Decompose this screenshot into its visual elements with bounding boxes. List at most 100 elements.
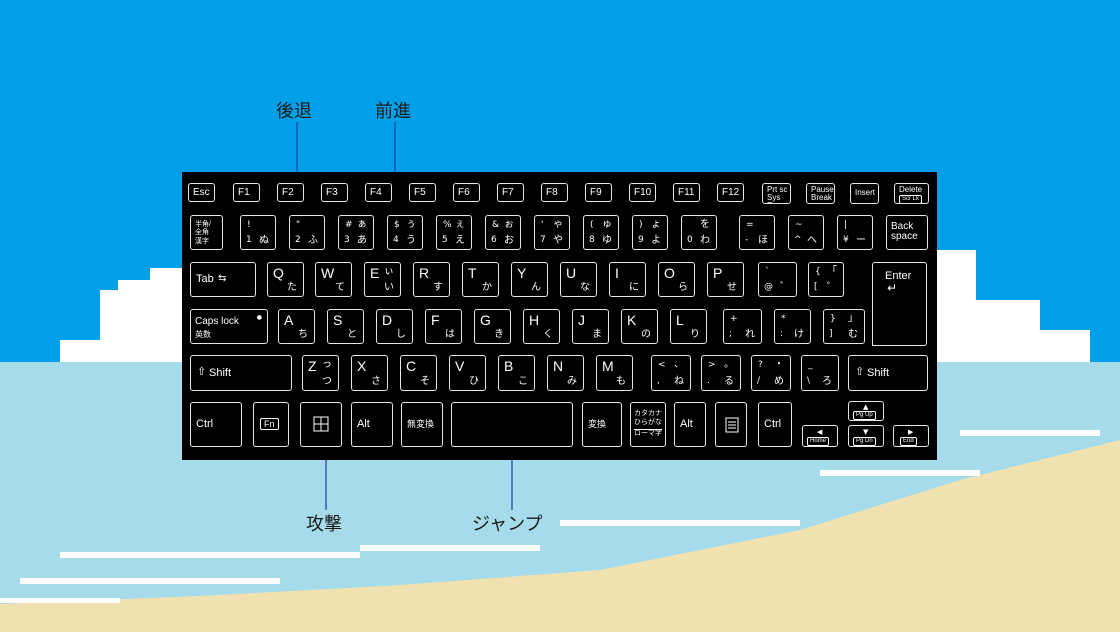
key-9[interactable]: ) ょ 9 よ bbox=[632, 215, 668, 250]
key-yen[interactable]: | ¥ ー bbox=[837, 215, 873, 250]
key-kana: こ bbox=[518, 376, 528, 387]
key-label: ^ bbox=[794, 235, 802, 245]
key-m[interactable]: Mも bbox=[596, 355, 633, 391]
key-f[interactable]: Fは bbox=[425, 309, 462, 344]
key-d[interactable]: Dし bbox=[376, 309, 413, 344]
key-b[interactable]: Bこ bbox=[498, 355, 535, 391]
key-k[interactable]: Kの bbox=[621, 309, 658, 344]
key-label: 4 bbox=[393, 235, 399, 245]
key-f5[interactable]: F5 bbox=[409, 183, 436, 202]
key-f4[interactable]: F4 bbox=[365, 183, 392, 202]
key-3[interactable]: # ぁ 3 あ bbox=[338, 215, 374, 250]
key-6[interactable]: & ぉ 6 お bbox=[485, 215, 521, 250]
key-shift-right[interactable]: ⇧ Shift bbox=[848, 355, 928, 391]
key-delete[interactable]: Delete Scr Lk bbox=[894, 183, 929, 204]
key-z[interactable]: Zっつ bbox=[302, 355, 339, 391]
key-f12[interactable]: F12 bbox=[717, 183, 744, 202]
key-kana-small: 「 bbox=[827, 266, 837, 277]
key-arrow-up[interactable]: ▲ Pg Up bbox=[848, 401, 884, 421]
key-pause[interactable]: Pause Break bbox=[806, 183, 835, 204]
key-f9[interactable]: F9 bbox=[585, 183, 612, 202]
key-j[interactable]: Jま bbox=[572, 309, 609, 344]
key-label: 変換 bbox=[588, 418, 607, 429]
key-t[interactable]: Tか bbox=[462, 262, 499, 297]
key-fn[interactable]: Fn bbox=[253, 402, 289, 447]
key-4[interactable]: $ ぅ 4 う bbox=[387, 215, 423, 250]
key-u[interactable]: Uな bbox=[560, 262, 597, 297]
key-shift-char: * bbox=[781, 314, 786, 324]
key-1[interactable]: ! 1 ぬ bbox=[240, 215, 276, 250]
key-7[interactable]: ' ゃ 7 や bbox=[534, 215, 570, 250]
key-e[interactable]: Eぃい bbox=[364, 262, 401, 297]
key-8[interactable]: (ゅ 8 ゆ bbox=[583, 215, 619, 250]
key-label: ひらがな bbox=[634, 419, 662, 426]
key-l[interactable]: Lり bbox=[670, 309, 707, 344]
key-kana-small: 。 bbox=[724, 359, 734, 370]
key-at[interactable]: ` @ ゛ bbox=[758, 262, 797, 297]
key-h[interactable]: Hく bbox=[523, 309, 560, 344]
key-arrow-down[interactable]: ▼ Pg Dn bbox=[848, 425, 884, 447]
key-insert[interactable]: Insert bbox=[850, 183, 879, 204]
key-kana: き bbox=[494, 329, 504, 340]
key-f2[interactable]: F2 bbox=[277, 183, 304, 202]
key-s[interactable]: Sと bbox=[327, 309, 364, 344]
key-prtsc[interactable]: Prt sc Sys Rq bbox=[762, 183, 791, 204]
key-colon[interactable]: *: け bbox=[774, 309, 811, 344]
key-tab[interactable]: Tab ⇆ bbox=[190, 262, 256, 297]
key-n[interactable]: Nみ bbox=[547, 355, 584, 391]
key-semicolon[interactable]: +; れ bbox=[723, 309, 762, 344]
key-kana[interactable]: カタカナ ひらがな ローマ字 bbox=[630, 402, 666, 447]
key-i[interactable]: Iに bbox=[609, 262, 646, 297]
key-0[interactable]: を0わ bbox=[681, 215, 717, 250]
key-backspace[interactable]: Back space bbox=[886, 215, 928, 250]
key-slash[interactable]: ? ・ / め bbox=[751, 355, 791, 391]
key-f10[interactable]: F10 bbox=[629, 183, 656, 202]
key-space[interactable] bbox=[451, 402, 573, 447]
key-period[interactable]: > 。. る bbox=[701, 355, 741, 391]
key-5[interactable]: % ぇ 5 え bbox=[436, 215, 472, 250]
key-f3[interactable]: F3 bbox=[321, 183, 348, 202]
key-g[interactable]: Gき bbox=[474, 309, 511, 344]
key-bracket-open[interactable]: {「 [゜ bbox=[808, 262, 844, 297]
key-bracket-close[interactable]: } 」] む bbox=[823, 309, 865, 344]
key-r[interactable]: Rす bbox=[413, 262, 450, 297]
key-c[interactable]: Cそ bbox=[400, 355, 437, 391]
key-2[interactable]: " 2 ふ bbox=[289, 215, 325, 250]
key-windows[interactable] bbox=[300, 402, 342, 447]
key-ctrl-left[interactable]: Ctrl bbox=[190, 402, 242, 447]
key-x[interactable]: Xさ bbox=[351, 355, 388, 391]
key-shift-left[interactable]: ⇧ Shift bbox=[190, 355, 292, 391]
key-f8[interactable]: F8 bbox=[541, 183, 568, 202]
key-kana: つ bbox=[322, 376, 332, 387]
key-menu[interactable] bbox=[715, 402, 747, 447]
key-ctrl-right[interactable]: Ctrl bbox=[758, 402, 792, 447]
key-shift-char: > bbox=[708, 360, 716, 370]
key-f1[interactable]: F1 bbox=[233, 183, 260, 202]
key-f6[interactable]: F6 bbox=[453, 183, 480, 202]
key-label: Enter bbox=[885, 270, 912, 282]
key-o[interactable]: Oら bbox=[658, 262, 695, 297]
key-a[interactable]: Aち bbox=[278, 309, 315, 344]
key-alt-right[interactable]: Alt bbox=[674, 402, 706, 447]
key-kana-small: ぁ bbox=[357, 219, 367, 230]
key-f7[interactable]: F7 bbox=[497, 183, 524, 202]
key-backslash[interactable]: _ \ ろ bbox=[801, 355, 839, 391]
key-caret[interactable]: ~ ^ へ bbox=[788, 215, 824, 250]
key-minus[interactable]: = - ほ bbox=[739, 215, 775, 250]
key-hankaku[interactable]: 半角/ 全角 漢字 bbox=[190, 215, 223, 250]
key-enter[interactable]: Enter ↵ bbox=[872, 262, 927, 346]
key-caps-lock[interactable]: Caps lock 英数 ● bbox=[190, 309, 268, 344]
key-v[interactable]: Vひ bbox=[449, 355, 486, 391]
key-arrow-right[interactable]: ▶ End bbox=[893, 425, 929, 447]
key-alt-left[interactable]: Alt bbox=[351, 402, 393, 447]
key-q[interactable]: Qた bbox=[267, 262, 304, 297]
key-y[interactable]: Yん bbox=[511, 262, 548, 297]
key-comma[interactable]: < 、, ね bbox=[651, 355, 691, 391]
key-muhenkan[interactable]: 無変換 bbox=[401, 402, 443, 447]
key-w[interactable]: Wて bbox=[315, 262, 352, 297]
key-esc[interactable]: Esc bbox=[188, 183, 215, 202]
key-p[interactable]: Pせ bbox=[707, 262, 744, 297]
key-arrow-left[interactable]: ◀ Home bbox=[802, 425, 838, 447]
key-f11[interactable]: F11 bbox=[673, 183, 700, 202]
key-henkan[interactable]: 変換 bbox=[582, 402, 622, 447]
